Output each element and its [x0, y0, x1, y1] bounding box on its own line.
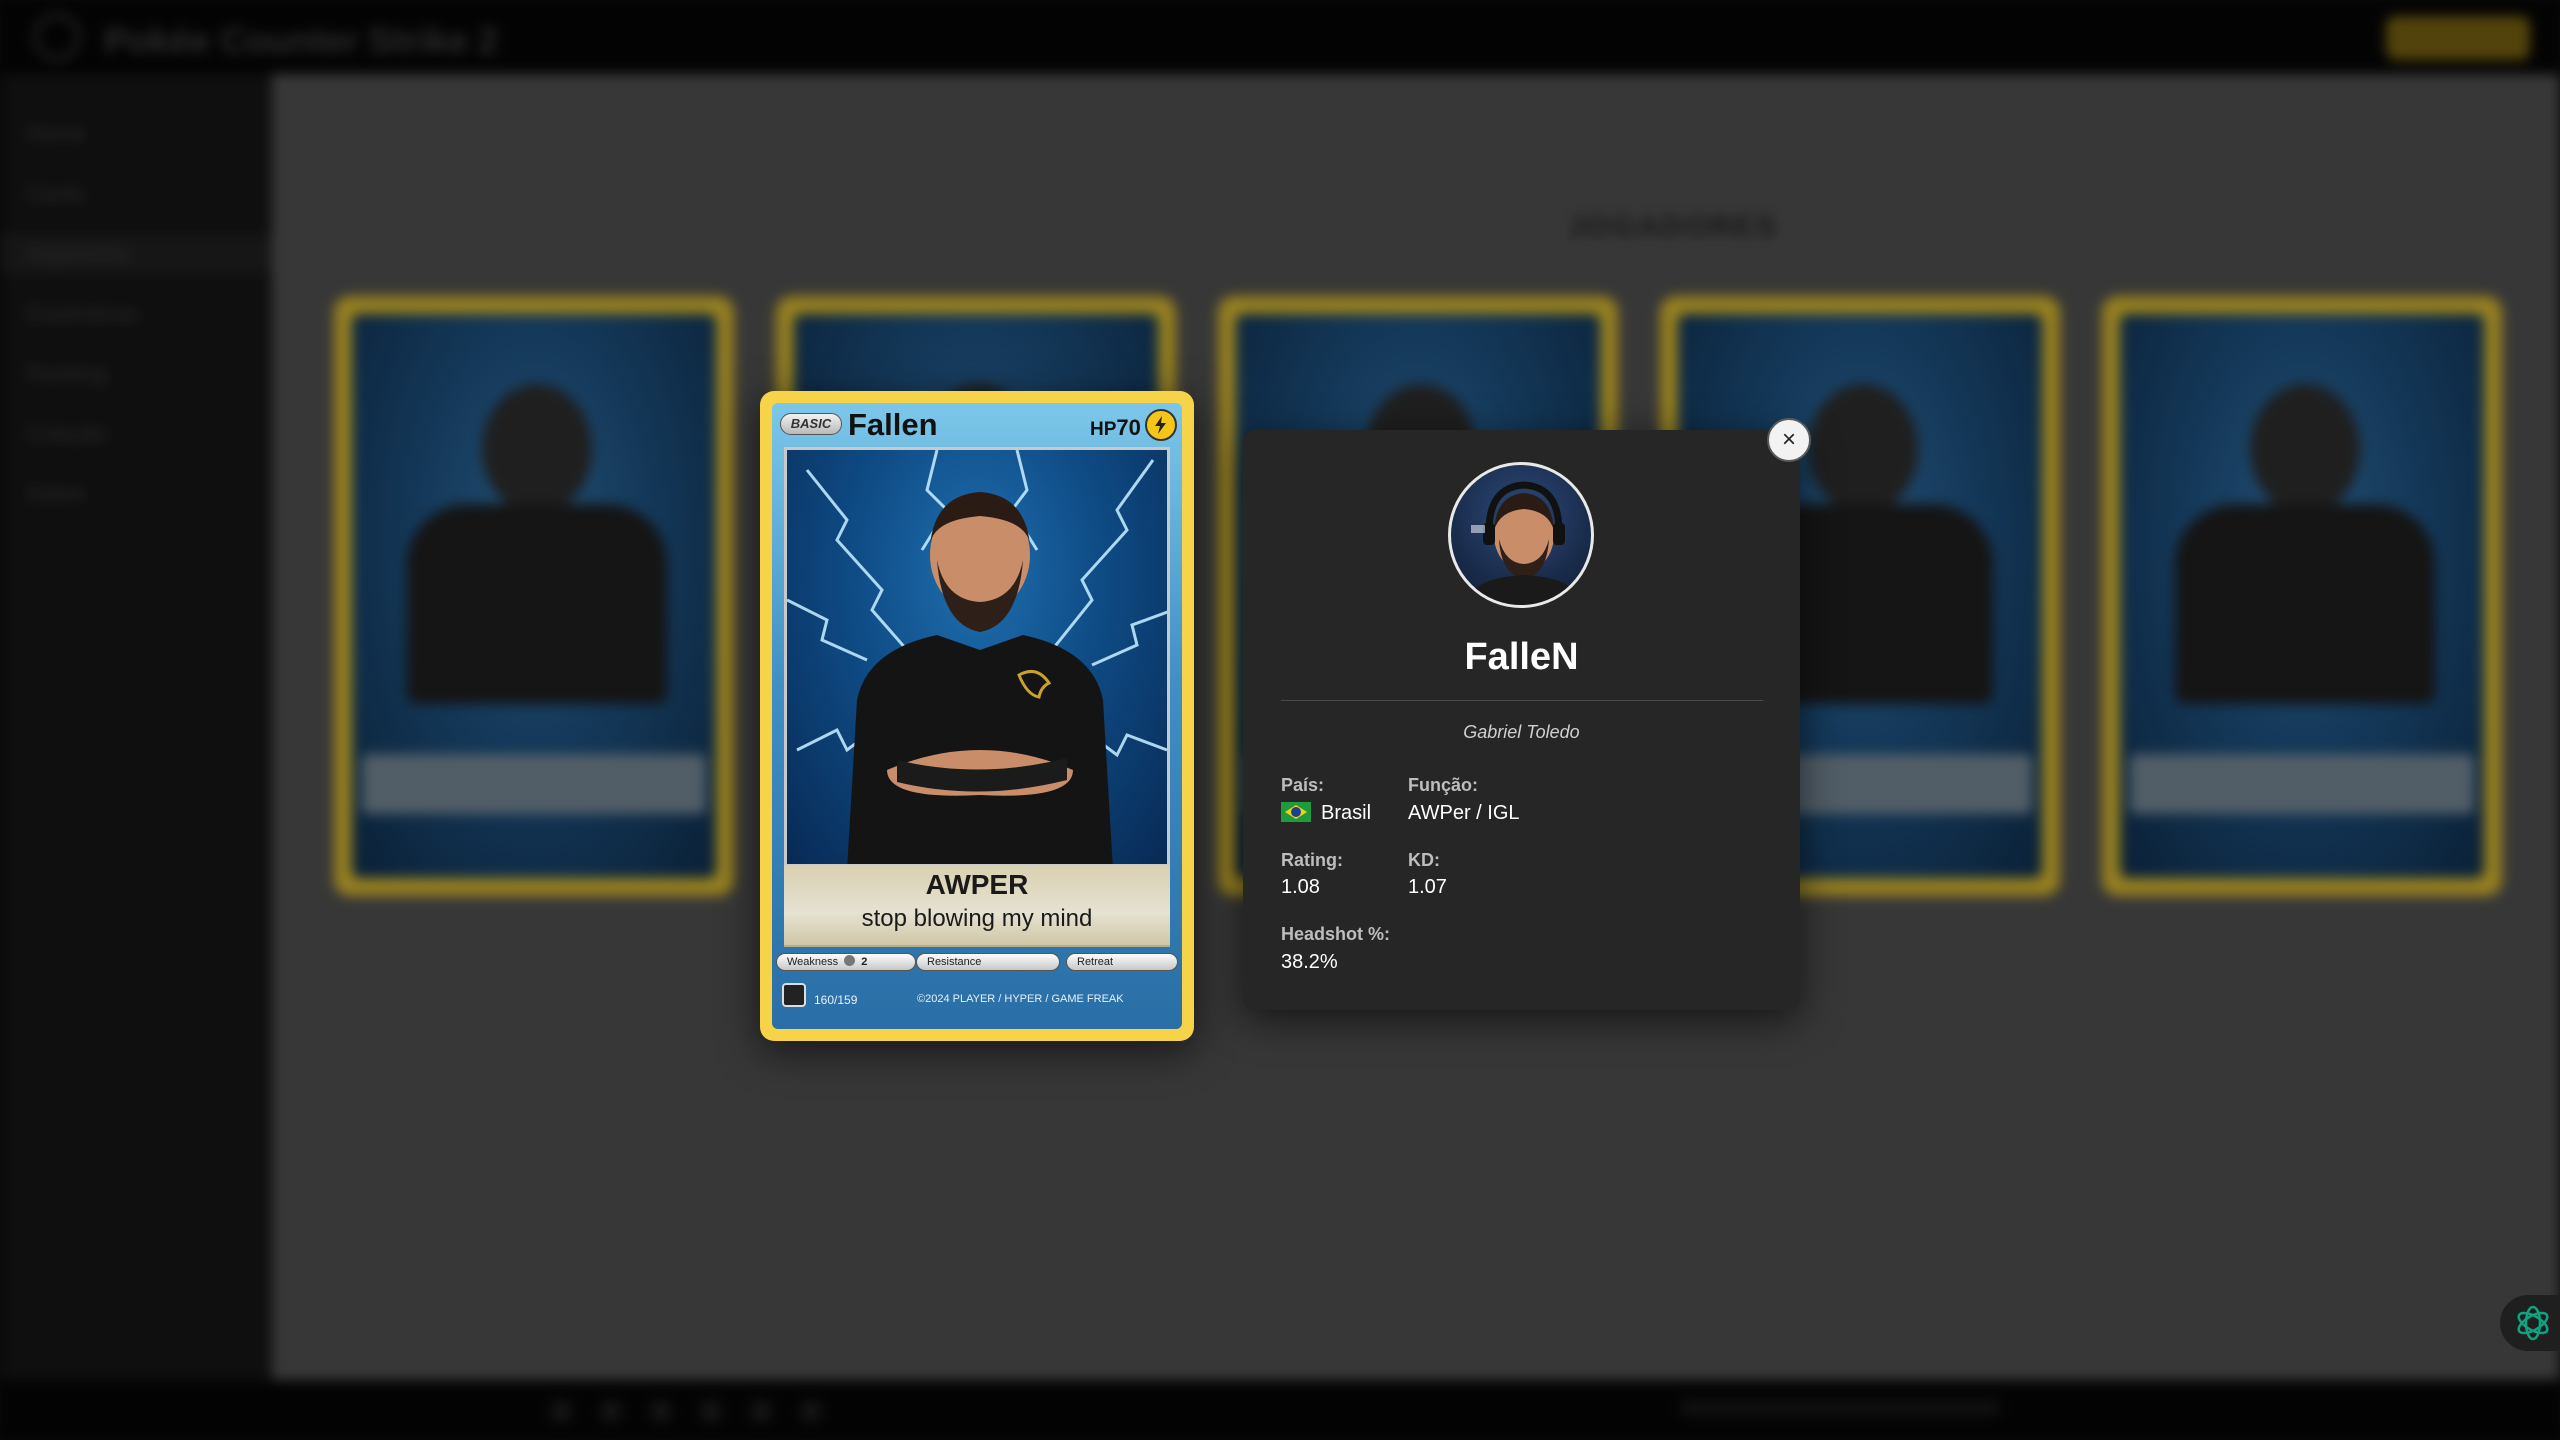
- country-value: Brasil: [1281, 802, 1371, 825]
- card-name: Fallen: [848, 407, 938, 442]
- set-symbol-icon: [782, 983, 806, 1007]
- player-info-panel: × FalleN Gabriel Toledo País: Brasil Fun…: [1243, 418, 1811, 1010]
- featured-player-card: BASIC Fallen HP70 AWPER stop blowing my …: [760, 391, 1194, 1041]
- player-figure: [847, 492, 1113, 864]
- card-artwork: [784, 447, 1170, 867]
- retreat-box: Retreat: [1066, 953, 1178, 971]
- rating-value: 1.08: [1281, 876, 1320, 898]
- card-copyright: ©2024 PLAYER / HYPER / GAME FREAK: [917, 993, 1124, 1005]
- card-attack: AWPER stop blowing my mind: [784, 865, 1170, 947]
- hp-value: 70: [1116, 415, 1141, 440]
- divider: [1281, 700, 1763, 701]
- fighting-type-icon: [844, 955, 856, 966]
- card-footer: 160/159 ©2024 PLAYER / HYPER / GAME FREA…: [772, 973, 1182, 1029]
- weakness-label: Weakness: [787, 956, 839, 968]
- player-real-name: Gabriel Toledo: [1463, 722, 1580, 742]
- resistance-box: Resistance: [916, 953, 1060, 971]
- close-button[interactable]: ×: [1767, 418, 1811, 462]
- hp-prefix: HP: [1090, 419, 1117, 440]
- card-face: BASIC Fallen HP70 AWPER stop blowing my …: [772, 403, 1182, 1029]
- weakness-value: 2: [861, 956, 868, 968]
- role-label: Função:: [1408, 775, 1478, 795]
- lightning-icon: [1145, 409, 1177, 441]
- assistant-button[interactable]: [2500, 1295, 2560, 1351]
- assistant-icon: [2517, 1305, 2549, 1341]
- attack-text: stop blowing my mind: [861, 905, 1093, 932]
- country-label: País:: [1281, 775, 1325, 795]
- country-name: Brasil: [1321, 802, 1372, 824]
- role-value: AWPer / IGL: [1408, 802, 1520, 824]
- headshot-value: 38.2%: [1281, 951, 1338, 973]
- player-nickname: FalleN: [1464, 636, 1579, 678]
- brazil-flag-icon: [1281, 802, 1311, 822]
- resistance-label: Resistance: [927, 956, 982, 968]
- card-hp: HP70: [1090, 415, 1141, 441]
- kd-label: KD:: [1408, 850, 1440, 870]
- retreat-label: Retreat: [1077, 956, 1114, 968]
- card-stats-row: Weakness 2 Resistance Retreat: [776, 953, 1178, 971]
- card-number: 160/159: [814, 993, 858, 1007]
- avatar: [1448, 462, 1594, 608]
- card-header: BASIC Fallen HP70: [772, 403, 1182, 443]
- weakness-box: Weakness 2: [776, 953, 916, 971]
- card-stage-badge: BASIC: [780, 413, 842, 435]
- kd-value: 1.07: [1408, 876, 1447, 898]
- headshot-label: Headshot %:: [1281, 924, 1391, 944]
- rating-label: Rating:: [1281, 850, 1343, 870]
- lightning-background: [787, 450, 1167, 864]
- attack-name: AWPER: [925, 869, 1029, 900]
